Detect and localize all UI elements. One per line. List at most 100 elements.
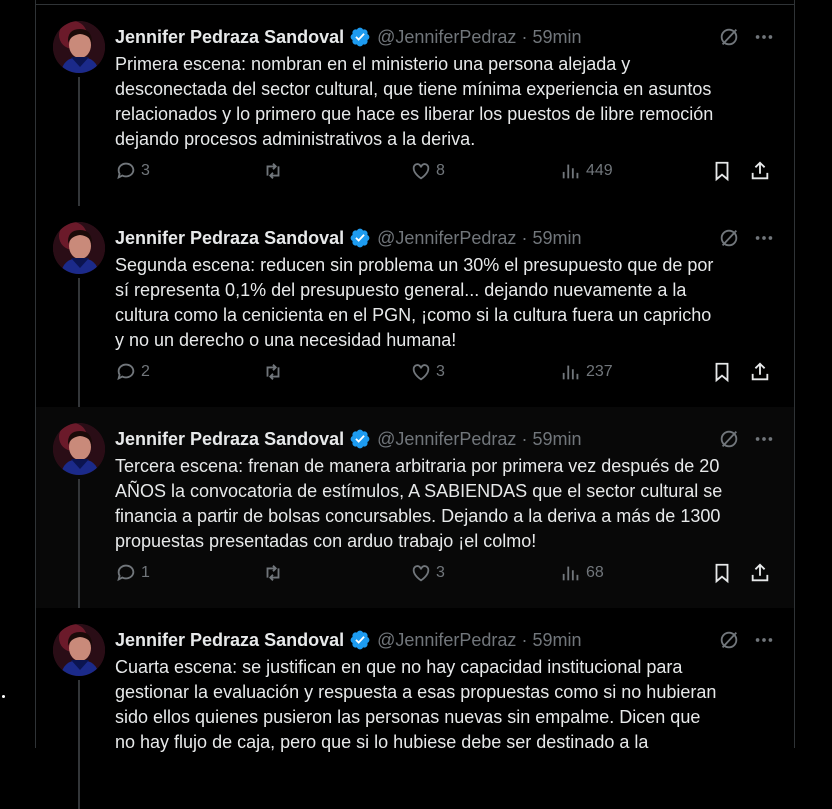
tweet-text-line: desconectada del sector cultural, que ti… [115,79,712,99]
more-icon[interactable] [753,428,775,450]
repost-icon [266,163,280,179]
repost-icon [266,565,280,581]
tweet[interactable]: Jennifer Pedraza Sandoval @JenniferPedra… [36,206,794,407]
reply-icon [117,363,135,381]
tweet-header: Jennifer Pedraza Sandoval @JenniferPedra… [115,25,581,49]
views-button[interactable]: 68 [560,561,604,585]
separator-dot: · [521,227,528,248]
share-icon [751,362,769,381]
author-handle[interactable]: @JenniferPedraz [377,630,516,651]
author-name[interactable]: Jennifer Pedraza Sandoval [115,27,344,48]
author-handle[interactable]: @JenniferPedraz [377,429,516,450]
action-bar: 2 3 237 [115,360,775,384]
separator-dot: · [521,26,528,47]
share-icon [751,563,769,582]
grok-icon[interactable] [718,26,740,48]
tweet-text-line: relacionados y lo primero que hace es li… [115,104,714,124]
repost-button[interactable] [262,360,288,384]
like-button[interactable]: 8 [410,159,445,183]
avatar-image [53,624,105,676]
reply-count: 1 [141,564,150,581]
timeline: Jennifer Pedraza Sandoval @JenniferPedra… [35,0,795,809]
avatar-image [53,423,105,475]
tweet[interactable]: Jennifer Pedraza Sandoval @JenniferPedra… [36,5,794,206]
thread-line [78,77,80,206]
bookmark-icon [715,362,729,383]
thread-line [78,278,80,407]
separator-dot: · [521,428,528,449]
views-icon [562,164,579,179]
reply-button[interactable]: 2 [115,360,150,384]
tweet-text-line: Tercera escena: frenan de manera arbitra… [115,456,720,476]
tweet-text-line: AÑOS la convocatoria de estímulos, A SAB… [115,481,723,501]
share-button[interactable] [749,159,771,183]
like-count: 8 [436,162,445,179]
tweet-text: Cuarta escena: se justifican en que no h… [115,655,785,755]
tweet-text-line: cultura como la cenicienta en el PGN, ¡c… [115,305,712,325]
grok-icon[interactable] [718,629,740,651]
reply-button[interactable]: 3 [115,159,150,183]
avatar[interactable] [53,423,105,475]
share-icon [751,161,769,180]
timestamp[interactable]: 59min [532,429,581,450]
avatar[interactable] [53,222,105,274]
verified-badge-icon [349,629,371,651]
grok-icon[interactable] [718,428,740,450]
tweet-text: Tercera escena: frenan de manera arbitra… [115,454,785,554]
reply-button[interactable]: 1 [115,561,150,585]
grok-icon[interactable] [718,227,740,249]
tweet-text-line: financia a partir de bolsas concursables… [115,506,721,526]
avatar[interactable] [53,21,105,73]
stray-dot [2,695,5,698]
views-count: 237 [586,363,613,380]
like-count: 3 [436,363,445,380]
tweet-text-line: Segunda escena: reducen sin problema un … [115,255,714,275]
tweet-text-line: Cuarta escena: se justifican en que no h… [115,657,683,677]
tweet[interactable]: Jennifer Pedraza Sandoval @JenniferPedra… [36,608,794,809]
bookmark-button[interactable] [711,159,733,183]
bookmark-button[interactable] [711,561,733,585]
tweet[interactable]: Jennifer Pedraza Sandoval @JenniferPedra… [36,407,794,608]
tweet-header: Jennifer Pedraza Sandoval @JenniferPedra… [115,427,581,451]
bookmark-icon [715,563,729,584]
timestamp[interactable]: 59min [532,27,581,48]
tweet-text-line: gestionar la evaluación y respuesta a es… [115,682,717,702]
views-icon [562,365,579,380]
like-button[interactable]: 3 [410,360,445,384]
tweet-text-line: Primera escena: nombran en el ministerio… [115,54,631,74]
more-icon[interactable] [753,227,775,249]
verified-badge-icon [349,26,371,48]
views-icon [562,566,579,581]
author-name[interactable]: Jennifer Pedraza Sandoval [115,228,344,249]
share-button[interactable] [749,360,771,384]
more-icon[interactable] [753,26,775,48]
like-icon [412,565,430,582]
bookmark-button[interactable] [711,360,733,384]
tweet-header: Jennifer Pedraza Sandoval @JenniferPedra… [115,628,581,652]
views-button[interactable]: 237 [560,360,613,384]
timestamp[interactable]: 59min [532,630,581,651]
author-name[interactable]: Jennifer Pedraza Sandoval [115,630,344,651]
tweet-text-line: sí representa 0,1% del presupuesto gener… [115,280,687,300]
thread-line [78,479,80,608]
like-icon [412,163,430,180]
repost-button[interactable] [262,561,288,585]
reply-icon [117,564,135,582]
share-button[interactable] [749,561,771,585]
repost-button[interactable] [262,159,288,183]
views-button[interactable]: 449 [560,159,613,183]
more-icon[interactable] [753,629,775,651]
like-count: 3 [436,564,445,581]
author-name[interactable]: Jennifer Pedraza Sandoval [115,429,344,450]
avatar[interactable] [53,624,105,676]
tweet-text-line: propuestas presentadas con arduo trabajo… [115,531,537,551]
views-count: 68 [586,564,604,581]
views-count: 449 [586,162,613,179]
author-handle[interactable]: @JenniferPedraz [377,228,516,249]
timestamp[interactable]: 59min [532,228,581,249]
avatar-image [53,222,105,274]
author-handle[interactable]: @JenniferPedraz [377,27,516,48]
like-button[interactable]: 3 [410,561,445,585]
verified-badge-icon [349,428,371,450]
reply-icon [117,162,135,180]
